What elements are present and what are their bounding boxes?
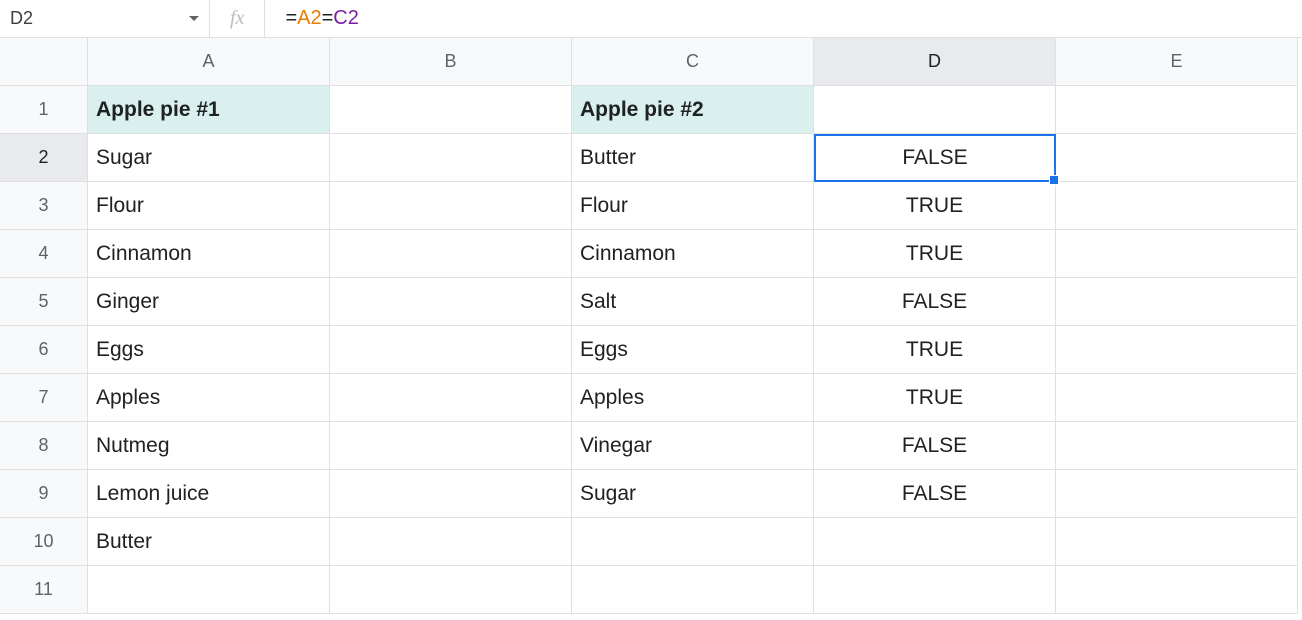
cell-C2[interactable]: Butter [572,134,814,182]
cell-B11[interactable] [330,566,572,614]
table-row: 3 Flour Flour TRUE [0,182,1302,230]
fx-icon[interactable]: fx [210,0,265,37]
column-header-row: A B C D E [0,38,1302,86]
cell-A2[interactable]: Sugar [88,134,330,182]
cell-B9[interactable] [330,470,572,518]
cell-C9[interactable]: Sugar [572,470,814,518]
row-header[interactable]: 1 [0,86,88,134]
cell-A1[interactable]: Apple pie #1 [88,86,330,134]
spreadsheet-grid: A B C D E 1 Apple pie #1 Apple pie #2 2 … [0,38,1302,614]
cell-B5[interactable] [330,278,572,326]
formula-bar: D2 fx =A2=C2 [0,0,1302,38]
cell-E4[interactable] [1056,230,1298,278]
cell-D2[interactable]: FALSE [814,134,1056,182]
cell-C3[interactable]: Flour [572,182,814,230]
table-row: 6 Eggs Eggs TRUE [0,326,1302,374]
cell-A9[interactable]: Lemon juice [88,470,330,518]
row-header[interactable]: 4 [0,230,88,278]
col-header-B[interactable]: B [330,38,572,86]
cell-D11[interactable] [814,566,1056,614]
row-header[interactable]: 9 [0,470,88,518]
table-row: 8 Nutmeg Vinegar FALSE [0,422,1302,470]
formula-input[interactable]: =A2=C2 [265,7,358,30]
row-header[interactable]: 2 [0,134,88,182]
cell-B1[interactable] [330,86,572,134]
cell-A5[interactable]: Ginger [88,278,330,326]
formula-ref1: A2 [297,7,321,30]
formula-prefix: = [285,7,297,30]
cell-E7[interactable] [1056,374,1298,422]
table-row: 11 [0,566,1302,614]
col-header-D[interactable]: D [814,38,1056,86]
col-header-A[interactable]: A [88,38,330,86]
formula-op: = [322,7,334,30]
cell-A10[interactable]: Butter [88,518,330,566]
cell-E10[interactable] [1056,518,1298,566]
cell-A6[interactable]: Eggs [88,326,330,374]
cell-B6[interactable] [330,326,572,374]
table-row: 4 Cinnamon Cinnamon TRUE [0,230,1302,278]
name-box[interactable]: D2 [0,0,210,37]
row-header[interactable]: 3 [0,182,88,230]
cell-C8[interactable]: Vinegar [572,422,814,470]
formula-ref2: C2 [333,7,359,30]
cell-D8[interactable]: FALSE [814,422,1056,470]
cell-C7[interactable]: Apples [572,374,814,422]
col-header-C[interactable]: C [572,38,814,86]
row-header[interactable]: 6 [0,326,88,374]
cell-D1[interactable] [814,86,1056,134]
table-row: 1 Apple pie #1 Apple pie #2 [0,86,1302,134]
cell-D10[interactable] [814,518,1056,566]
row-header[interactable]: 7 [0,374,88,422]
name-box-value: D2 [10,8,189,29]
cell-E11[interactable] [1056,566,1298,614]
chevron-down-icon[interactable] [189,16,199,21]
table-row: 10 Butter [0,518,1302,566]
cell-C6[interactable]: Eggs [572,326,814,374]
row-header[interactable]: 10 [0,518,88,566]
cell-E2[interactable] [1056,134,1298,182]
cell-D3[interactable]: TRUE [814,182,1056,230]
cell-E8[interactable] [1056,422,1298,470]
cell-A3[interactable]: Flour [88,182,330,230]
cell-B3[interactable] [330,182,572,230]
cell-E3[interactable] [1056,182,1298,230]
row-header[interactable]: 8 [0,422,88,470]
cell-C11[interactable] [572,566,814,614]
table-row: 9 Lemon juice Sugar FALSE [0,470,1302,518]
cell-D5[interactable]: FALSE [814,278,1056,326]
select-all-corner[interactable] [0,38,88,86]
col-header-E[interactable]: E [1056,38,1298,86]
cell-B8[interactable] [330,422,572,470]
cell-A11[interactable] [88,566,330,614]
cell-D9[interactable]: FALSE [814,470,1056,518]
row-header[interactable]: 5 [0,278,88,326]
row-header[interactable]: 11 [0,566,88,614]
table-row: 2 Sugar Butter FALSE [0,134,1302,182]
cell-B7[interactable] [330,374,572,422]
table-row: 5 Ginger Salt FALSE [0,278,1302,326]
cell-D4[interactable]: TRUE [814,230,1056,278]
table-row: 7 Apples Apples TRUE [0,374,1302,422]
cell-B4[interactable] [330,230,572,278]
cell-D6[interactable]: TRUE [814,326,1056,374]
cell-B10[interactable] [330,518,572,566]
cell-E6[interactable] [1056,326,1298,374]
cell-C4[interactable]: Cinnamon [572,230,814,278]
cell-A8[interactable]: Nutmeg [88,422,330,470]
cell-A4[interactable]: Cinnamon [88,230,330,278]
cell-D7[interactable]: TRUE [814,374,1056,422]
cell-C10[interactable] [572,518,814,566]
cell-E1[interactable] [1056,86,1298,134]
cell-A7[interactable]: Apples [88,374,330,422]
cell-E9[interactable] [1056,470,1298,518]
cell-E5[interactable] [1056,278,1298,326]
cell-C1[interactable]: Apple pie #2 [572,86,814,134]
cell-C5[interactable]: Salt [572,278,814,326]
cell-B2[interactable] [330,134,572,182]
